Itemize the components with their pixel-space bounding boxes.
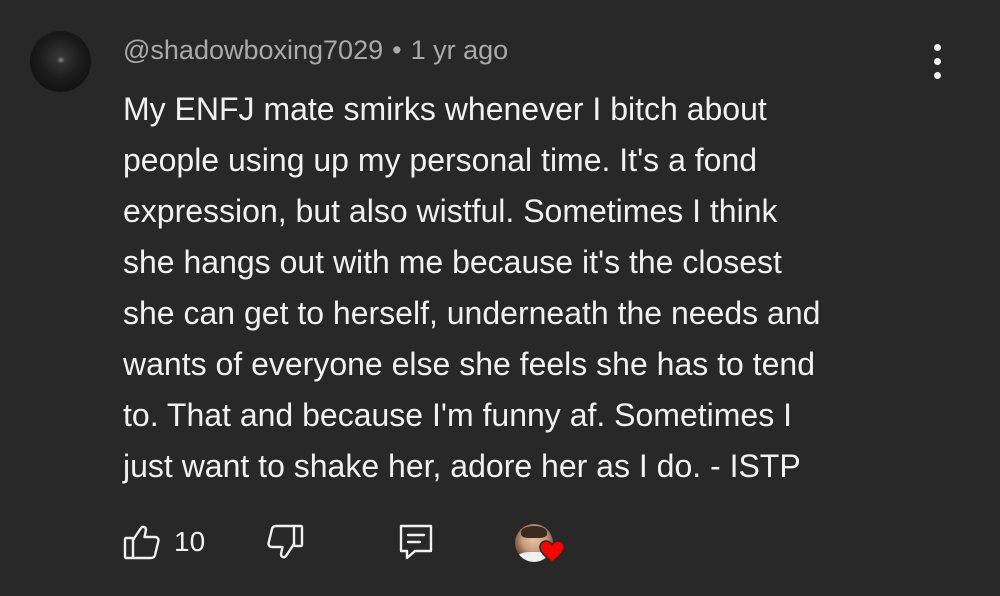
dislike-button[interactable] xyxy=(265,522,305,562)
reply-button[interactable] xyxy=(398,522,434,562)
author-avatar[interactable] xyxy=(30,31,91,92)
like-count: 10 xyxy=(174,526,206,557)
header-separator: • xyxy=(392,35,402,65)
creator-heart-badge xyxy=(515,522,567,568)
thumbs-down-icon xyxy=(267,524,304,559)
comment-header: @shadowboxing7029 • 1 yr ago xyxy=(123,33,508,67)
reply-comment-icon xyxy=(399,524,433,560)
heart-icon xyxy=(539,540,565,563)
comment-actions: 10 xyxy=(122,522,582,566)
comment-timestamp[interactable]: 1 yr ago xyxy=(411,35,509,65)
more-vertical-icon xyxy=(934,44,941,51)
avatar-highlight xyxy=(56,57,66,63)
thumbs-up-icon xyxy=(123,525,160,560)
more-vertical-icon-dot xyxy=(934,58,941,65)
creator-avatar-hair xyxy=(521,526,547,538)
like-button[interactable] xyxy=(122,522,162,562)
comment-body: My ENFJ mate smirks whenever I bitch abo… xyxy=(123,91,821,484)
more-options-button[interactable] xyxy=(924,42,952,82)
author-name[interactable]: @shadowboxing7029 xyxy=(123,35,383,65)
more-vertical-icon-dot xyxy=(934,72,941,79)
